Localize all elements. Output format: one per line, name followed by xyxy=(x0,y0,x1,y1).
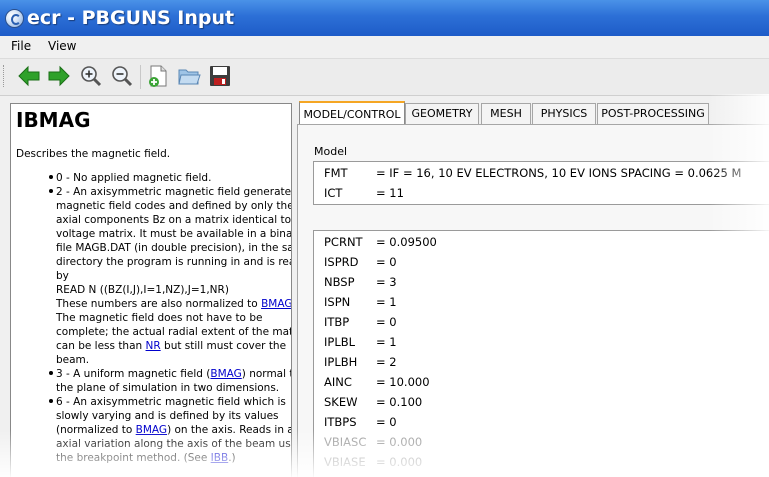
help-text-line: file MAGB.DAT (in double precision), in … xyxy=(56,242,292,254)
param-row: AINC = 10.000 xyxy=(324,375,430,389)
help-text-line: by xyxy=(56,270,69,282)
param-row: NBSP = 3 xyxy=(324,275,397,289)
bmag-link[interactable]: BMAG xyxy=(261,298,291,310)
help-item-6: 6 - An axisymmetric magnetic field which… xyxy=(49,396,286,409)
param-row: PCRNT = 0.09500 xyxy=(324,235,437,249)
help-heading: IBMAG xyxy=(16,108,91,132)
help-text-line: complete; the actual radial extent of th… xyxy=(56,326,292,338)
tab-bar: MODEL/CONTROL GEOMETRY MESH PHYSICS POST… xyxy=(297,101,769,127)
help-text-line: can be less than NR but still must cover… xyxy=(56,340,287,352)
help-text-line: the breakpoint method. (See IBB.) xyxy=(56,452,236,464)
menu-bar: File View xyxy=(0,36,769,58)
tab-mesh[interactable]: MESH xyxy=(481,103,531,124)
zoom-in-icon[interactable] xyxy=(79,64,103,88)
help-text-line: The magnetic field does not have to be xyxy=(56,312,263,324)
forward-arrow-icon[interactable] xyxy=(47,64,71,88)
param-row: VBIASE = 0.000 xyxy=(324,455,423,469)
param-row: ISPRD = 0 xyxy=(324,255,397,269)
param-row: ITBPS = 0 xyxy=(324,415,397,429)
app-window: ecr - PBGUNS Input File View IBMAG Descr… xyxy=(0,0,769,477)
help-item-0: 0 - No applied magnetic field. xyxy=(49,172,211,185)
help-text-line: axial components Bz on a matrix identica… xyxy=(56,214,292,226)
help-text-line: the plane of simulation in two dimension… xyxy=(56,382,280,394)
back-arrow-icon[interactable] xyxy=(17,64,41,88)
tab-physics[interactable]: PHYSICS xyxy=(532,103,596,124)
model-row-fmt: FMT = IF = 16, 10 EV ELECTRONS, 10 EV ION… xyxy=(324,166,742,180)
tab-post-processing[interactable]: POST-PROCESSING xyxy=(597,103,709,124)
help-text-line: slowly varying and is defined by its val… xyxy=(56,410,279,422)
help-text-line: voltage matrix. It must be available in … xyxy=(56,228,292,240)
nr-link[interactable]: NR xyxy=(146,340,161,352)
help-text-line: (normalized to BMAG) on the axis. Reads … xyxy=(56,424,292,436)
param-row: IPLBL = 1 xyxy=(324,335,397,349)
menu-view[interactable]: View xyxy=(48,39,76,53)
bmag-link[interactable]: BMAG xyxy=(136,424,167,436)
toolbar-separator xyxy=(140,65,141,89)
zoom-out-icon[interactable] xyxy=(110,64,134,88)
help-text-line: READ N ((BZ(I,J),I=1,NZ),J=1,NR) xyxy=(56,284,229,296)
new-file-icon[interactable] xyxy=(146,64,170,88)
help-description: Describes the magnetic field. xyxy=(16,148,171,160)
bmag-link[interactable]: BMAG xyxy=(210,368,241,380)
help-panel[interactable]: IBMAG Describes the magnetic field. 0 - … xyxy=(10,103,292,477)
param-row: IPLBH = 2 xyxy=(324,355,397,369)
param-row: ISPN = 1 xyxy=(324,295,397,309)
help-text-line: These numbers are also normalized to BMA… xyxy=(56,298,292,310)
help-item-2: 2 - An axisymmetric magnetic field gener… xyxy=(49,186,291,199)
param-row: SKEW = 0.100 xyxy=(324,395,423,409)
model-box[interactable]: FMT = IF = 16, 10 EV ELECTRONS, 10 EV ION… xyxy=(313,161,769,205)
title-bar[interactable]: ecr - PBGUNS Input xyxy=(0,0,769,36)
tab-geometry[interactable]: GEOMETRY xyxy=(405,103,479,124)
model-row-ict: ICT = 11 xyxy=(324,186,404,200)
open-folder-icon[interactable] xyxy=(177,64,201,88)
model-group-label: Model xyxy=(314,145,348,158)
help-text-line: directory the program is running in and … xyxy=(56,256,292,268)
parameters-box[interactable]: PCRNT = 0.09500 ISPRD = 0 NBSP = 3 ISPN = 1 … xyxy=(313,230,769,477)
help-text-line: beam. xyxy=(56,354,90,366)
help-text-line: magnetic field codes and defined by only… xyxy=(56,200,292,212)
app-logo-icon xyxy=(5,9,24,28)
help-text-line: axial variation along the axis of the be… xyxy=(56,438,292,450)
param-row: ITBP = 0 xyxy=(324,315,397,329)
save-disk-icon[interactable] xyxy=(208,64,232,88)
menu-file[interactable]: File xyxy=(11,39,31,53)
param-row: VBIASC = 0.000 xyxy=(324,435,423,449)
toolbar-grip[interactable] xyxy=(3,65,7,87)
toolbar xyxy=(0,58,769,96)
ibb-link[interactable]: IBB xyxy=(211,452,229,464)
help-item-3: 3 - A uniform magnetic field (BMAG) norm… xyxy=(49,368,291,381)
tab-content: Model FMT = IF = 16, 10 EV ELECTRONS, 10 … xyxy=(297,124,769,477)
window-title: ecr - PBGUNS Input xyxy=(27,7,235,29)
